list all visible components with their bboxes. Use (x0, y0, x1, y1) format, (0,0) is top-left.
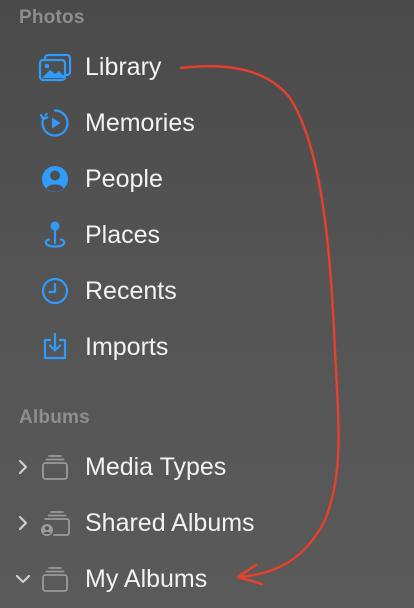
sidebar-item-imports[interactable]: Imports (0, 325, 300, 369)
chevron-right-icon[interactable] (13, 513, 33, 533)
sidebar-item-label: Places (85, 220, 161, 249)
sidebar-item-library[interactable]: Library (0, 45, 300, 89)
clock-icon (38, 274, 72, 308)
import-icon (38, 330, 72, 364)
sidebar-item-label: Recents (85, 276, 177, 305)
map-pin-icon (38, 218, 72, 252)
sidebar-item-label: My Albums (85, 564, 208, 593)
memories-icon (38, 106, 72, 140)
section-header-albums: Albums (19, 407, 90, 428)
sidebar-item-label: Library (85, 52, 162, 81)
photos-sidebar: Photos Library Memories People Places Re… (0, 0, 414, 608)
sidebar-item-memories[interactable]: Memories (0, 101, 300, 145)
sidebar-item-people[interactable]: People (0, 157, 300, 201)
sidebar-item-label: Imports (85, 332, 169, 361)
sidebar-item-label: People (85, 164, 163, 193)
sidebar-item-label: Media Types (85, 452, 227, 481)
sidebar-item-label: Shared Albums (85, 508, 255, 537)
chevron-right-icon[interactable] (13, 457, 33, 477)
person-icon (38, 162, 72, 196)
sidebar-item-media-types[interactable]: Media Types (0, 445, 300, 489)
album-stack-icon (38, 562, 72, 596)
photo-library-icon (38, 50, 72, 84)
sidebar-item-recents[interactable]: Recents (0, 269, 300, 313)
sidebar-item-label: Memories (85, 108, 195, 137)
chevron-down-icon[interactable] (13, 569, 33, 589)
sidebar-item-my-albums[interactable]: My Albums (0, 557, 300, 601)
shared-album-stack-icon (38, 506, 72, 540)
album-stack-icon (38, 450, 72, 484)
sidebar-item-shared-albums[interactable]: Shared Albums (0, 501, 300, 545)
section-header-photos: Photos (19, 7, 85, 28)
sidebar-item-places[interactable]: Places (0, 213, 300, 257)
